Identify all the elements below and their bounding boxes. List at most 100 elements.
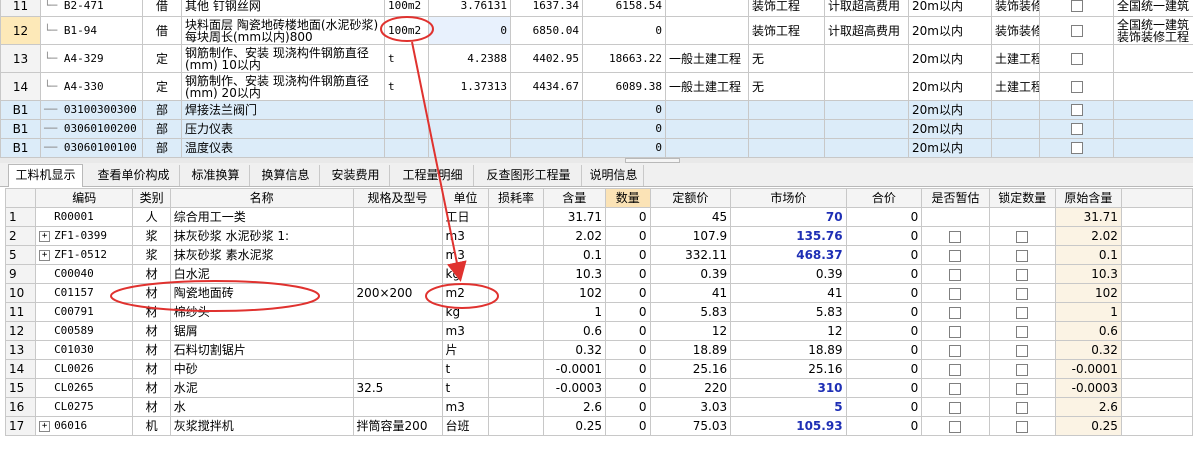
quota-name[interactable]: 其他 钉钢丝网 (181, 0, 385, 17)
quota-total[interactable]: 0 (582, 16, 666, 45)
material-base-price[interactable]: 12 (649, 321, 732, 341)
material-category[interactable]: 机 (132, 416, 171, 436)
material-category[interactable]: 材 (132, 283, 171, 303)
material-row[interactable]: 1 R00001 人综合用工一类 工日 31.71 0 45 70 0 31.71 (4, 207, 1193, 227)
material-quantity[interactable]: 0 (605, 321, 651, 341)
quota-profession[interactable] (665, 0, 749, 17)
header-loss-rate[interactable]: 损耗率 (488, 188, 544, 208)
material-content[interactable]: 102 (542, 283, 607, 303)
quota-name[interactable]: 块料面层 陶瓷地砖楼地面(水泥砂浆)每块周长(mm以内)800 (181, 16, 385, 45)
material-base-price[interactable]: 45 (649, 207, 732, 227)
quota-major[interactable]: 装饰装修工程 (991, 0, 1040, 17)
checkbox[interactable] (1016, 401, 1029, 414)
material-quantity[interactable]: 0 (605, 302, 651, 322)
material-name[interactable]: 综合用工一类 (169, 207, 354, 227)
quota-standard[interactable]: 全国统一建筑装饰装修工程 (1113, 16, 1193, 45)
material-quantity[interactable]: 0 (605, 416, 651, 436)
quota-checkbox[interactable] (1039, 119, 1114, 139)
quota-standard[interactable] (1113, 72, 1193, 101)
row-number[interactable]: 5 (4, 245, 37, 265)
material-market-price[interactable]: 18.89 (730, 340, 847, 360)
expand-icon[interactable]: + (39, 230, 51, 242)
material-unit[interactable]: t (441, 378, 490, 398)
checkbox[interactable] (1016, 363, 1029, 376)
material-row[interactable]: 5 + ZF1-0512 浆抹灰砂浆 素水泥浆 m3 0.1 0 332.11 468.37 0 0… (4, 245, 1193, 265)
material-original-content[interactable]: 10.3 (1054, 264, 1122, 284)
material-name[interactable]: 中砂 (169, 359, 354, 379)
row-number[interactable]: 14 (4, 359, 37, 379)
material-provisional[interactable] (921, 245, 990, 265)
material-total[interactable]: 0 (845, 207, 923, 227)
quota-unit-price[interactable]: 4434.67 (510, 72, 583, 101)
material-name[interactable]: 抹灰砂浆 水泥砂浆 1: (169, 226, 354, 246)
material-spec[interactable] (352, 321, 443, 341)
material-unit[interactable]: 台班 (441, 416, 490, 436)
quota-quantity[interactable] (428, 119, 511, 139)
material-name[interactable]: 抹灰砂浆 素水泥浆 (169, 245, 354, 265)
material-market-price[interactable]: 0.39 (730, 264, 847, 284)
material-base-price[interactable]: 107.9 (649, 226, 732, 246)
tab-unit-price-composition[interactable]: 查看单价构成 (88, 165, 180, 186)
checkbox[interactable] (1016, 420, 1029, 433)
material-loss-rate[interactable] (488, 302, 544, 322)
material-total[interactable]: 0 (845, 416, 923, 436)
row-number[interactable]: 11 (4, 302, 37, 322)
quota-unit-price[interactable]: 4402.95 (510, 44, 583, 73)
material-loss-rate[interactable] (488, 245, 544, 265)
quota-code[interactable]: └─ A4-329 (40, 44, 143, 73)
material-original-content[interactable]: 0.6 (1054, 321, 1122, 341)
material-provisional[interactable] (921, 207, 990, 227)
quota-category[interactable]: 装饰工程 (748, 16, 825, 45)
material-spec[interactable] (352, 226, 443, 246)
material-total[interactable]: 0 (845, 321, 923, 341)
material-code[interactable]: +06016 (35, 416, 134, 436)
checkbox[interactable] (1016, 306, 1029, 319)
header-quantity[interactable]: 数量 (605, 188, 651, 208)
quota-major[interactable]: 土建工程 (991, 44, 1040, 73)
checkbox[interactable] (1016, 287, 1029, 300)
quota-unit-price[interactable] (510, 119, 583, 139)
quota-code[interactable]: ── 03100300300 (40, 100, 143, 120)
quota-fee-rule[interactable] (824, 119, 909, 139)
material-row[interactable]: 14 CL0026 材中砂 t -0.0001 0 25.16 25.16 0 -0.0001 (4, 359, 1193, 379)
quota-row[interactable]: 14 └─ A4-330 定钢筋制作、安装 现浇构件钢筋直径(mm) 20以内 t 1… (0, 72, 1193, 101)
material-market-price[interactable]: 135.76 (730, 226, 847, 246)
material-row[interactable]: 17 +06016 机灰浆搅拌机 拌筒容量200 台班 0.25 0 75.03 105.93 0… (4, 416, 1193, 436)
material-lock-qty[interactable] (988, 397, 1056, 417)
material-original-content[interactable]: 2.6 (1054, 397, 1122, 417)
checkbox[interactable] (949, 382, 962, 395)
quota-type[interactable]: 借 (142, 16, 182, 45)
material-quantity[interactable]: 0 (605, 245, 651, 265)
row-number[interactable]: 14 (0, 72, 41, 101)
material-loss-rate[interactable] (488, 321, 544, 341)
material-lock-qty[interactable] (988, 378, 1056, 398)
material-name[interactable]: 水泥 (169, 378, 354, 398)
quota-unit-price[interactable]: 1637.34 (510, 0, 583, 17)
quota-type[interactable]: 定 (142, 44, 182, 73)
quota-type[interactable]: 部 (142, 138, 182, 158)
material-unit[interactable]: m3 (441, 245, 490, 265)
quota-code[interactable]: ── 03060100100 (40, 138, 143, 158)
checkbox[interactable] (949, 306, 962, 319)
checkbox[interactable] (1016, 344, 1029, 357)
quota-quantity[interactable] (428, 100, 511, 120)
material-quantity[interactable]: 0 (605, 226, 651, 246)
material-content[interactable]: 1 (542, 302, 607, 322)
material-content[interactable]: 2.02 (542, 226, 607, 246)
material-content[interactable]: 31.71 (542, 207, 607, 227)
material-spec[interactable] (352, 340, 443, 360)
quota-unit[interactable] (384, 138, 429, 158)
material-loss-rate[interactable] (488, 340, 544, 360)
material-category[interactable]: 材 (132, 378, 171, 398)
material-name[interactable]: 灰浆搅拌机 (169, 416, 354, 436)
material-total[interactable]: 0 (845, 283, 923, 303)
material-spec[interactable] (352, 207, 443, 227)
material-unit[interactable]: m3 (441, 397, 490, 417)
quota-standard[interactable]: 全国统一建筑 (1113, 0, 1193, 17)
quota-profession[interactable] (665, 138, 749, 158)
material-spec[interactable] (352, 264, 443, 284)
checkbox[interactable] (949, 287, 962, 300)
quota-checkbox[interactable] (1039, 44, 1114, 73)
material-unit[interactable]: m3 (441, 226, 490, 246)
material-market-price[interactable]: 468.37 (730, 245, 847, 265)
